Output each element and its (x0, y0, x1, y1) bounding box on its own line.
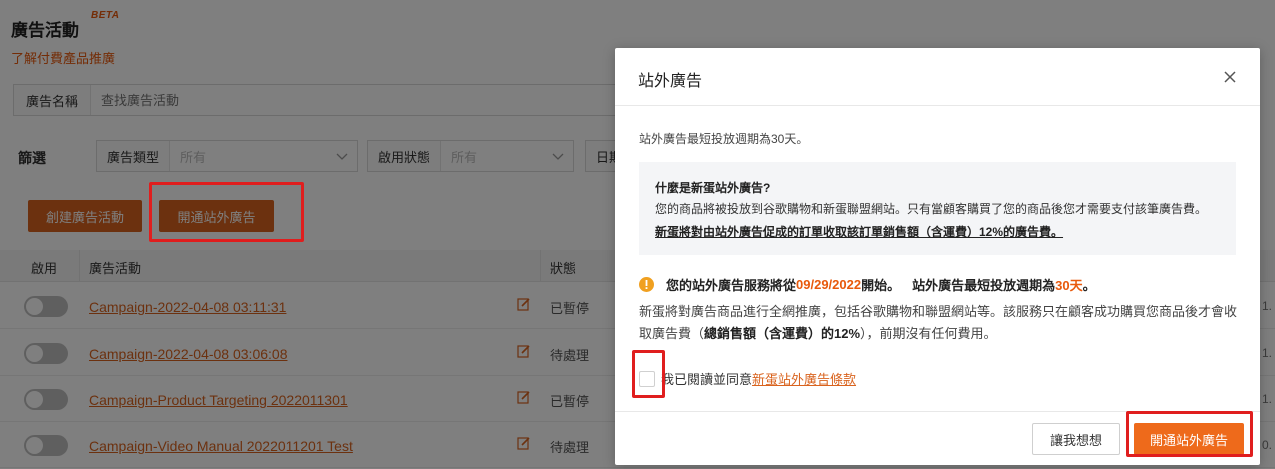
think-later-button[interactable]: 讓我想想 (1032, 423, 1120, 455)
notice-mid: 開始。 (861, 278, 901, 293)
info-title: 什麼是新蛋站外廣告? (655, 181, 771, 195)
body-fee-bold: 總銷售額（含運費）的12% (704, 326, 861, 341)
agree-terms-row: 我已閱讀並同意 新蛋站外廣告條款 (639, 369, 856, 388)
confirm-open-offsite-button[interactable]: 開通站外廣告 (1134, 423, 1244, 455)
info-fee-text: 新蛋將對由站外廣告促成的訂單收取該訂單銷售額（含運費）12%的廣告費。 (655, 225, 1064, 239)
start-date-notice: 您的站外廣告服務將從 09/29/2022 開始。 站外廣告最短投放週期為 30天。 (639, 275, 1096, 294)
offsite-ads-modal: 站外廣告 站外廣告最短投放週期為30天。 什麼是新蛋站外廣告? 您的商品將被投放… (615, 48, 1260, 465)
notice-date: 09/29/2022 (796, 277, 862, 292)
info-box: 什麼是新蛋站外廣告? 您的商品將被投放到谷歌購物和新蛋聯盟網站。只有當顧客購買了… (639, 162, 1236, 255)
modal-title: 站外廣告 (638, 73, 703, 90)
info-description: 您的商品將被投放到谷歌購物和新蛋聯盟網站。只有當顧客購買了您的商品後您才需要支付… (655, 202, 1208, 216)
notice-end: 。 (1082, 278, 1096, 293)
notice-prefix: 您的站外廣告服務將從 (666, 278, 797, 293)
body-part-2: ），前期沒有任何費用。 (860, 326, 997, 341)
agree-text: 我已閱讀並同意 (661, 372, 753, 387)
notice-period-prefix: 站外廣告最短投放週期為 (912, 278, 1056, 293)
agree-checkbox[interactable] (639, 370, 655, 387)
close-icon[interactable] (1222, 69, 1238, 85)
service-description: 新蛋將對廣告商品進行全網推廣，包括谷歌購物和聯盟網站等。該服務只在顧客成功購買您… (639, 301, 1239, 345)
warning-icon (639, 277, 654, 292)
notice-days: 30天 (1055, 278, 1083, 293)
modal-divider (615, 105, 1260, 106)
modal-divider (615, 411, 1260, 412)
terms-link[interactable]: 新蛋站外廣告條款 (752, 369, 856, 388)
min-period-text: 站外廣告最短投放週期為30天。 (639, 132, 809, 146)
